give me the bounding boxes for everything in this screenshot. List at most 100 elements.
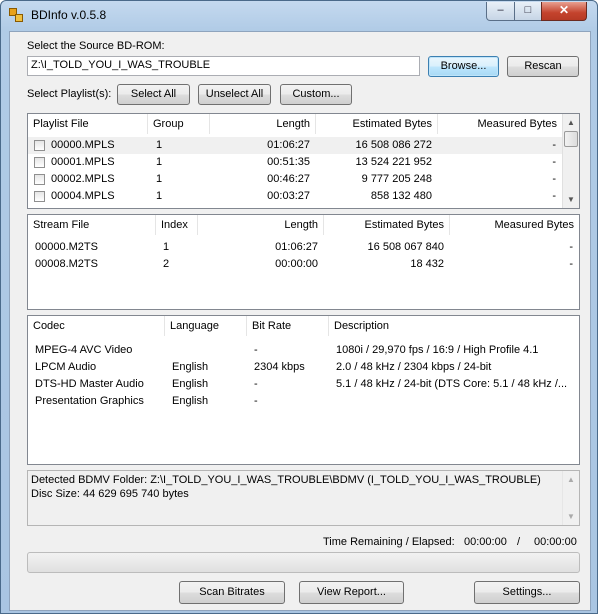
playlist-checkbox[interactable] <box>34 140 45 151</box>
stream-estimated-bytes: 18 432 <box>410 258 444 270</box>
select-all-button[interactable]: Select All <box>117 84 190 105</box>
source-path-input[interactable]: Z:\I_TOLD_YOU_I_WAS_TROUBLE <box>27 56 420 76</box>
title-bar[interactable]: BDInfo v.0.5.8 – □ ✕ <box>1 1 597 29</box>
playlist-measured-bytes: - <box>552 139 556 151</box>
unselect-all-button[interactable]: Unselect All <box>198 84 271 105</box>
playlist-file: 00002.MPLS <box>51 173 115 185</box>
codec-description: 2.0 / 48 kHz / 2304 kbps / 24-bit <box>336 361 492 373</box>
playlist-length: 00:46:27 <box>267 173 310 185</box>
playlist-scrollbar[interactable]: ▲ ▼ <box>562 114 579 208</box>
playlist-group: 1 <box>156 173 163 185</box>
stream-list[interactable]: Stream File Index Length Estimated Bytes… <box>27 214 580 310</box>
detected-folder-text: Detected BDMV Folder: Z:\I_TOLD_YOU_I_WA… <box>31 474 541 486</box>
table-row[interactable]: MPEG-4 AVC Video - 1080i / 29,970 fps / … <box>28 342 579 359</box>
stream-file: 00008.M2TS <box>35 258 98 270</box>
info-textbox[interactable]: Detected BDMV Folder: Z:\I_TOLD_YOU_I_WA… <box>27 470 580 526</box>
playlist-group: 1 <box>156 139 163 151</box>
stream-measured-bytes-header[interactable]: Measured Bytes <box>450 215 579 235</box>
minimize-button[interactable]: – <box>486 2 515 21</box>
language-header[interactable]: Language <box>165 316 247 336</box>
stream-file-header[interactable]: Stream File <box>28 215 156 235</box>
rescan-button[interactable]: Rescan <box>507 56 579 77</box>
codec-language: English <box>172 378 209 390</box>
time-label: Time Remaining / Elapsed: <box>323 536 455 548</box>
codec-bitrate: - <box>254 344 258 356</box>
scan-bitrates-button[interactable]: Scan Bitrates <box>179 581 285 604</box>
playlist-checkbox[interactable] <box>34 157 45 168</box>
browse-button[interactable]: Browse... <box>428 56 499 77</box>
custom-button[interactable]: Custom... <box>280 84 352 105</box>
playlist-length: 00:51:35 <box>267 156 310 168</box>
codec-list[interactable]: Codec Language Bit Rate Description MPEG… <box>27 315 580 465</box>
table-row[interactable]: 00000.M2TS 1 01:06:27 16 508 067 840 - <box>28 239 579 256</box>
stream-estimated-bytes: 16 508 067 840 <box>367 241 444 253</box>
codec-name: MPEG-4 AVC Video <box>35 344 133 356</box>
playlist-file-header[interactable]: Playlist File <box>28 114 148 134</box>
group-header[interactable]: Group <box>148 114 210 134</box>
stream-estimated-bytes-header[interactable]: Estimated Bytes <box>324 215 450 235</box>
select-playlists-label: Select Playlist(s): <box>27 88 112 100</box>
codec-name: DTS-HD Master Audio <box>35 378 144 390</box>
view-report-button[interactable]: View Report... <box>299 581 404 604</box>
codec-bitrate: - <box>254 395 258 407</box>
bdinfo-window: BDInfo v.0.5.8 – □ ✕ Select the Source B… <box>0 0 598 614</box>
time-elapsed: 00:00:00 <box>534 536 577 548</box>
playlist-estimated-bytes: 13 524 221 952 <box>355 156 432 168</box>
scroll-up-icon[interactable]: ▲ <box>563 471 579 488</box>
settings-button[interactable]: Settings... <box>474 581 580 604</box>
playlist-estimated-bytes: 858 132 480 <box>370 190 432 202</box>
scroll-up-icon[interactable]: ▲ <box>563 114 579 131</box>
playlist-checkbox[interactable] <box>34 174 45 185</box>
codec-name: Presentation Graphics <box>35 395 144 407</box>
length-header[interactable]: Length <box>210 114 316 134</box>
playlist-measured-bytes: - <box>552 156 556 168</box>
measured-bytes-header[interactable]: Measured Bytes <box>438 114 563 134</box>
app-icon <box>9 8 23 22</box>
source-label: Select the Source BD-ROM: <box>27 40 165 52</box>
time-separator: / <box>517 536 521 548</box>
playlist-estimated-bytes: 16 508 086 272 <box>355 139 432 151</box>
table-row[interactable]: LPCM Audio English 2304 kbps 2.0 / 48 kH… <box>28 359 579 376</box>
codec-description: 5.1 / 48 kHz / 24-bit (DTS Core: 5.1 / 4… <box>336 378 568 390</box>
playlist-measured-bytes: - <box>552 173 556 185</box>
scan-progress-bar <box>27 552 580 573</box>
table-row[interactable]: 00002.MPLS 1 00:46:27 9 777 205 248 - <box>28 171 563 188</box>
bitrate-header[interactable]: Bit Rate <box>247 316 329 336</box>
estimated-bytes-header[interactable]: Estimated Bytes <box>316 114 438 134</box>
table-row[interactable]: DTS-HD Master Audio English - 5.1 / 48 k… <box>28 376 579 393</box>
table-row[interactable]: 00008.M2TS 2 00:00:00 18 432 - <box>28 256 579 273</box>
playlist-file: 00001.MPLS <box>51 156 115 168</box>
scroll-thumb[interactable] <box>564 131 578 147</box>
time-remaining: 00:00:00 <box>464 536 507 548</box>
playlist-group: 1 <box>156 190 163 202</box>
stream-length-header[interactable]: Length <box>198 215 324 235</box>
info-scrollbar[interactable]: ▲ ▼ <box>562 471 579 525</box>
table-row[interactable]: Presentation Graphics English - <box>28 393 579 410</box>
playlist-length: 01:06:27 <box>267 139 310 151</box>
stream-measured-bytes: - <box>569 241 573 253</box>
close-button[interactable]: ✕ <box>541 2 587 21</box>
disc-size-text: Disc Size: 44 629 695 740 bytes <box>31 488 189 500</box>
stream-measured-bytes: - <box>569 258 573 270</box>
codec-language: English <box>172 361 209 373</box>
stream-length: 01:06:27 <box>275 241 318 253</box>
codec-name: LPCM Audio <box>35 361 97 373</box>
playlist-list[interactable]: Playlist File Group Length Estimated Byt… <box>27 113 580 209</box>
stream-length: 00:00:00 <box>275 258 318 270</box>
scroll-down-icon[interactable]: ▼ <box>563 191 579 208</box>
codec-header[interactable]: Codec <box>28 316 165 336</box>
codec-bitrate: 2304 kbps <box>254 361 305 373</box>
table-row[interactable]: 00001.MPLS 1 00:51:35 13 524 221 952 - <box>28 154 563 171</box>
playlist-file: 00000.MPLS <box>51 139 115 151</box>
index-header[interactable]: Index <box>156 215 198 235</box>
scroll-down-icon[interactable]: ▼ <box>563 508 579 525</box>
maximize-button[interactable]: □ <box>514 2 542 21</box>
playlist-checkbox[interactable] <box>34 191 45 202</box>
table-row[interactable]: 00004.MPLS 1 00:03:27 858 132 480 - <box>28 188 563 205</box>
playlist-file: 00004.MPLS <box>51 190 115 202</box>
window-title: BDInfo v.0.5.8 <box>31 8 107 22</box>
codec-bitrate: - <box>254 378 258 390</box>
table-row[interactable]: 00000.MPLS 1 01:06:27 16 508 086 272 - <box>28 137 563 154</box>
codec-language: English <box>172 395 209 407</box>
description-header[interactable]: Description <box>329 316 579 336</box>
